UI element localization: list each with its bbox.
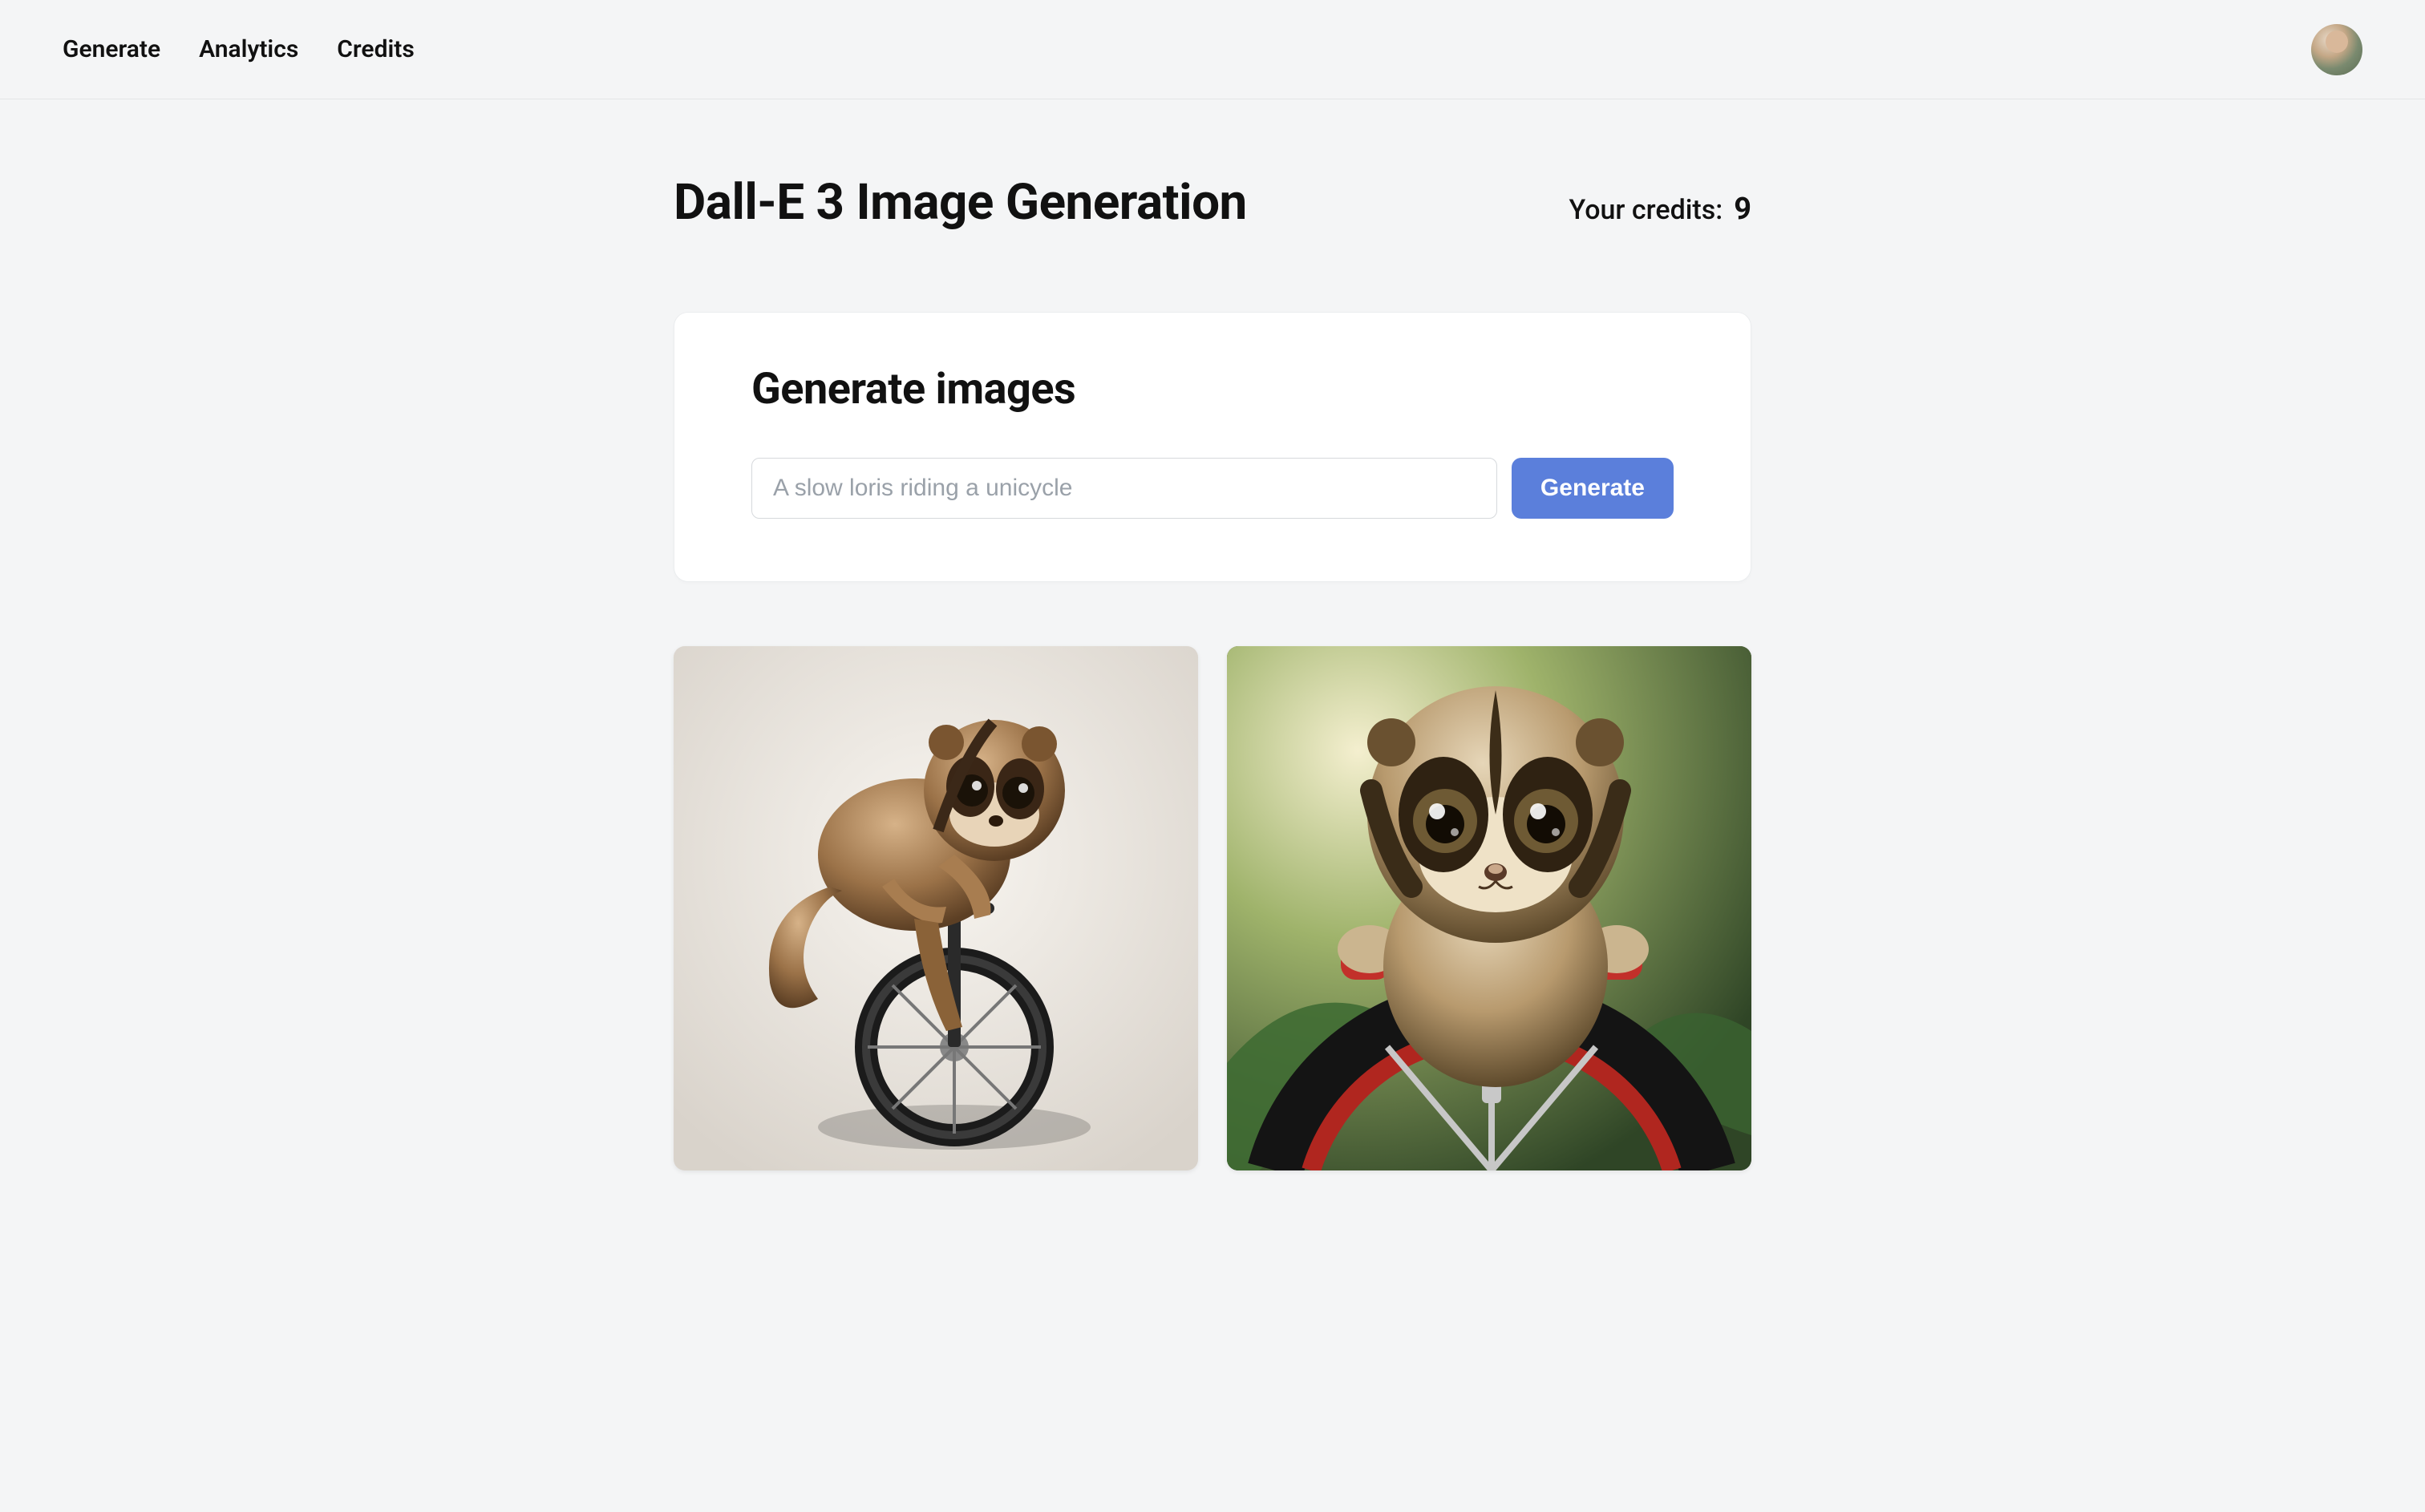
credits-display: Your credits: 9: [1569, 192, 1751, 227]
nav-links: Generate Analytics Credits: [63, 35, 415, 63]
nav-analytics[interactable]: Analytics: [199, 35, 298, 63]
generated-image-icon: [674, 646, 1198, 1170]
avatar[interactable]: [2311, 24, 2362, 75]
generated-image-icon: [1227, 646, 1751, 1170]
result-image[interactable]: [1227, 646, 1751, 1170]
generate-card: Generate images Generate: [674, 312, 1751, 582]
page-header: Dall-E 3 Image Generation Your credits: …: [674, 173, 1751, 232]
top-bar: Generate Analytics Credits: [0, 0, 2425, 99]
card-title: Generate images: [751, 364, 1674, 414]
generate-button[interactable]: Generate: [1512, 458, 1674, 519]
prompt-input[interactable]: [751, 458, 1497, 519]
results-grid: [674, 646, 1751, 1170]
main-content: Dall-E 3 Image Generation Your credits: …: [674, 99, 1751, 1170]
credits-label: Your credits:: [1569, 194, 1723, 226]
nav-generate[interactable]: Generate: [63, 35, 160, 63]
page-title: Dall-E 3 Image Generation: [674, 173, 1247, 232]
result-image[interactable]: [674, 646, 1198, 1170]
input-row: Generate: [751, 458, 1674, 519]
credits-value: 9: [1734, 192, 1751, 227]
nav-credits[interactable]: Credits: [337, 35, 414, 63]
